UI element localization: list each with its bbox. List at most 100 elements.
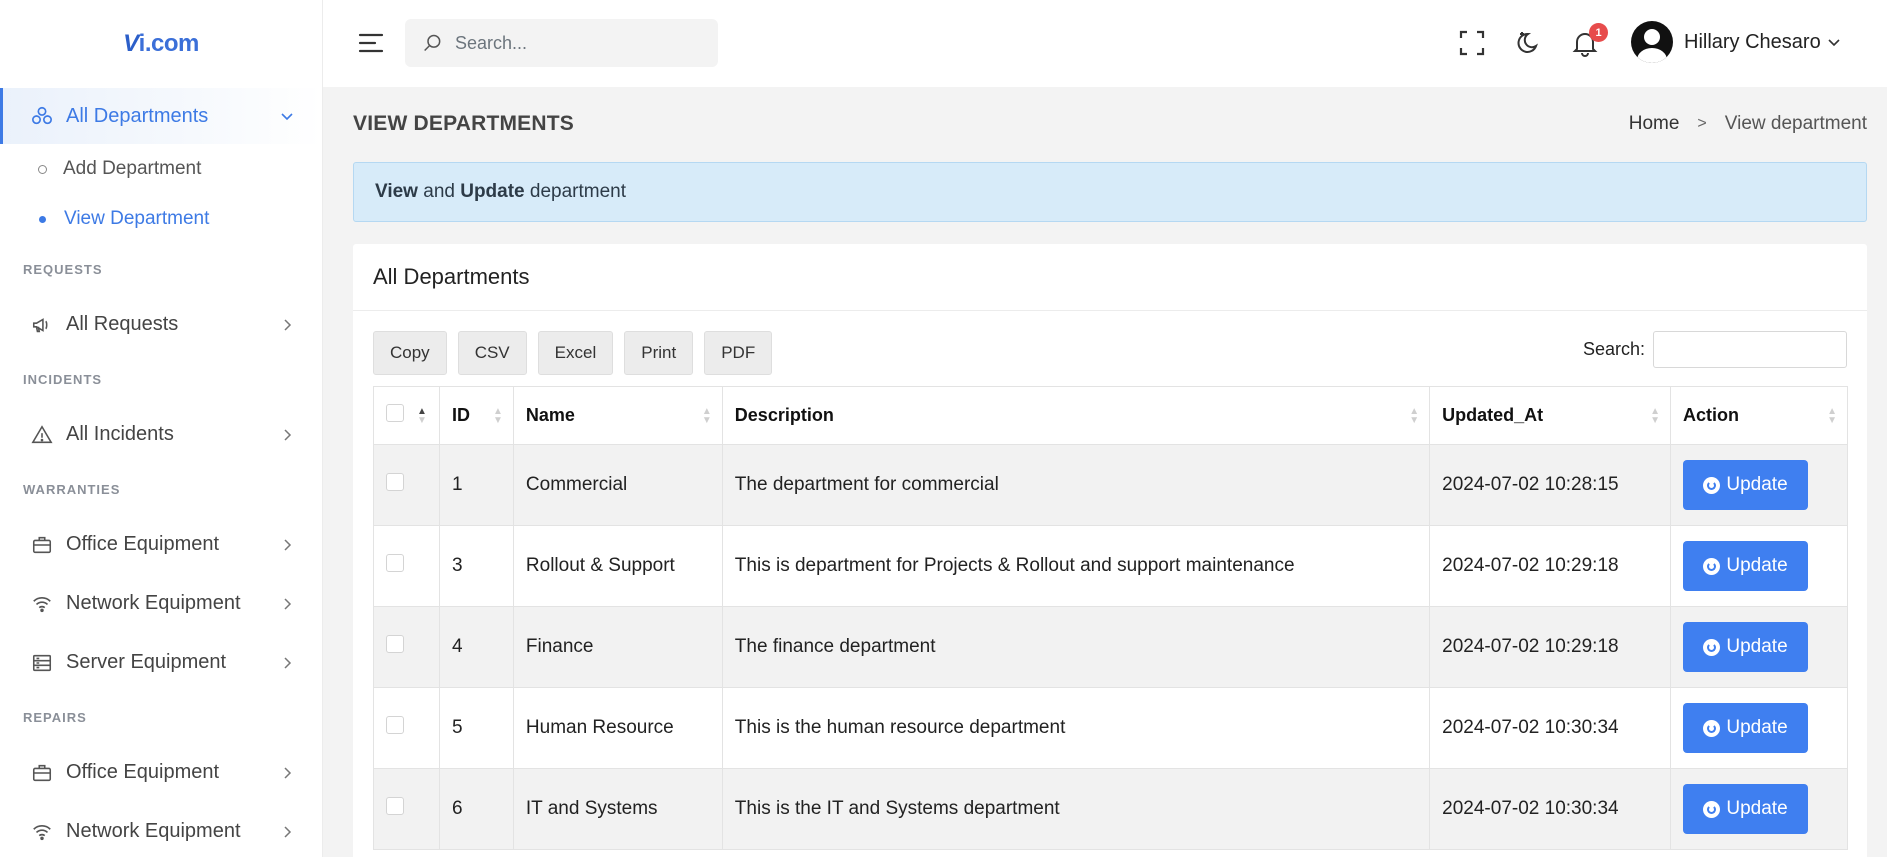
sidebar-item-warranty-office-equipment[interactable]: Office Equipment — [0, 515, 322, 574]
refresh-icon — [1703, 800, 1721, 818]
user-menu[interactable]: Hillary Chesaro — [1631, 21, 1841, 63]
copy-button[interactable]: Copy — [373, 331, 447, 375]
notification-badge: 1 — [1589, 23, 1608, 42]
row-select-cell — [373, 525, 440, 607]
chevron-right-icon — [284, 766, 292, 779]
column-header-description[interactable]: Description ▲ ▼ — [721, 386, 1431, 445]
logo[interactable]: Vi.com — [0, 0, 322, 88]
user-name: Hillary Chesaro — [1684, 30, 1821, 53]
breadcrumb-separator: > — [1697, 115, 1707, 132]
row-checkbox[interactable] — [386, 716, 404, 734]
cell-action: Update — [1670, 606, 1848, 688]
sidebar-item-repairs-network-equipment[interactable]: Network Equipment — [0, 802, 322, 857]
breadcrumb: Home > View department — [1629, 113, 1867, 135]
export-buttons: Copy CSV Excel Print PDF — [373, 331, 783, 375]
sidebar-item-warranty-server-equipment[interactable]: Server Equipment — [0, 633, 322, 692]
row-select-cell — [373, 687, 440, 769]
sidebar-subitem-add-department[interactable]: Add Department — [0, 144, 322, 194]
row-checkbox[interactable] — [386, 797, 404, 815]
sidebar: Vi.com All Departments Add Department Vi… — [0, 0, 323, 857]
cell-description: This is the IT and Systems department — [721, 768, 1431, 850]
excel-button[interactable]: Excel — [537, 331, 614, 375]
column-header-id[interactable]: ID ▲ ▼ — [438, 386, 514, 445]
cell-name: Human Resource — [512, 687, 723, 769]
print-button[interactable]: Print — [624, 331, 694, 375]
card-title: All Departments — [353, 244, 1867, 311]
table-row: 3 Rollout & Support This is department f… — [373, 525, 1848, 607]
section-requests: REQUESTS — [23, 262, 103, 277]
csv-button[interactable]: CSV — [457, 331, 527, 375]
info-alert: View and Update department — [353, 162, 1867, 222]
cell-description: The department for commercial — [721, 444, 1431, 526]
section-warranties: WARRANTIES — [23, 482, 121, 497]
column-header-action[interactable]: Action ▲ ▼ — [1670, 386, 1848, 445]
cell-action: Update — [1670, 525, 1848, 607]
table-row: 5 Human Resource This is the human resou… — [373, 687, 1848, 769]
update-button[interactable]: Update — [1683, 460, 1809, 510]
table-search-input[interactable] — [1653, 331, 1847, 368]
refresh-icon — [1703, 719, 1721, 737]
cell-description: This is the human resource department — [721, 687, 1431, 769]
chevron-right-icon — [284, 428, 292, 441]
table-search: Search: — [1583, 331, 1847, 368]
departments-icon — [30, 104, 54, 128]
column-header-name[interactable]: Name ▲ ▼ — [512, 386, 723, 445]
table-row: 1 Commercial The department for commerci… — [373, 444, 1848, 526]
row-checkbox[interactable] — [386, 554, 404, 572]
section-incidents: INCIDENTS — [23, 372, 103, 387]
row-select-cell — [373, 444, 440, 526]
page-title: VIEW DEPARTMENTS — [353, 112, 574, 135]
menu-toggle-icon[interactable] — [358, 32, 384, 54]
circle-icon — [38, 164, 47, 174]
cell-id: 4 — [438, 606, 514, 688]
update-button[interactable]: Update — [1683, 703, 1809, 753]
chevron-down-icon — [1828, 39, 1840, 47]
chevron-right-icon — [284, 656, 292, 669]
column-header-updated-at[interactable]: Updated_At ▲ ▼ — [1429, 386, 1672, 445]
sidebar-subitem-view-department[interactable]: View Department — [0, 194, 322, 244]
select-all-checkbox[interactable] — [386, 404, 404, 422]
chevron-down-icon — [281, 113, 293, 121]
sidebar-item-warranty-network-equipment[interactable]: Network Equipment — [0, 574, 322, 633]
search-icon — [424, 34, 441, 52]
sidebar-item-repairs-office-equipment[interactable]: Office Equipment — [0, 743, 322, 802]
sidebar-item-label: All Departments — [66, 104, 209, 127]
sort-icon: ▲ ▼ — [1650, 405, 1661, 426]
sort-icon: ▲ ▼ — [493, 405, 503, 426]
departments-card: All Departments Copy CSV Excel Print PDF… — [353, 244, 1867, 857]
sort-icon: ▲ ▼ — [1409, 405, 1420, 426]
update-button[interactable]: Update — [1683, 541, 1809, 591]
cell-action: Update — [1670, 687, 1848, 769]
breadcrumb-home[interactable]: Home — [1629, 113, 1680, 135]
pdf-button[interactable]: PDF — [704, 331, 773, 375]
cell-description: The finance department — [721, 606, 1431, 688]
cell-id: 5 — [438, 687, 514, 769]
row-checkbox[interactable] — [386, 473, 404, 491]
row-select-cell — [373, 768, 440, 850]
dark-mode-icon[interactable] — [1515, 29, 1543, 57]
warning-icon — [30, 423, 54, 447]
sidebar-item-all-requests[interactable]: All Requests — [0, 295, 322, 354]
sidebar-item-all-departments[interactable]: All Departments — [0, 88, 322, 144]
search-input[interactable] — [455, 32, 695, 54]
cell-id: 6 — [438, 768, 514, 850]
update-button[interactable]: Update — [1683, 622, 1809, 672]
avatar — [1631, 21, 1673, 63]
column-header-select[interactable]: ▲ ▼ — [373, 386, 440, 445]
row-checkbox[interactable] — [386, 635, 404, 653]
megaphone-icon — [30, 313, 54, 337]
cell-name: Rollout & Support — [512, 525, 723, 607]
fullscreen-icon[interactable] — [1458, 29, 1486, 57]
refresh-icon — [1703, 557, 1721, 575]
header-search — [405, 19, 718, 67]
sidebar-item-all-incidents[interactable]: All Incidents — [0, 405, 322, 464]
cell-updated-at: 2024-07-02 10:28:15 — [1429, 444, 1672, 526]
wifi-icon — [30, 820, 54, 844]
table-row: 4 Finance The finance department 2024-07… — [373, 606, 1848, 688]
dot-icon — [39, 215, 46, 223]
update-button[interactable]: Update — [1683, 784, 1809, 834]
section-repairs: REPAIRS — [23, 710, 87, 725]
cell-action: Update — [1670, 768, 1848, 850]
cell-id: 3 — [438, 525, 514, 607]
row-select-cell — [373, 606, 440, 688]
